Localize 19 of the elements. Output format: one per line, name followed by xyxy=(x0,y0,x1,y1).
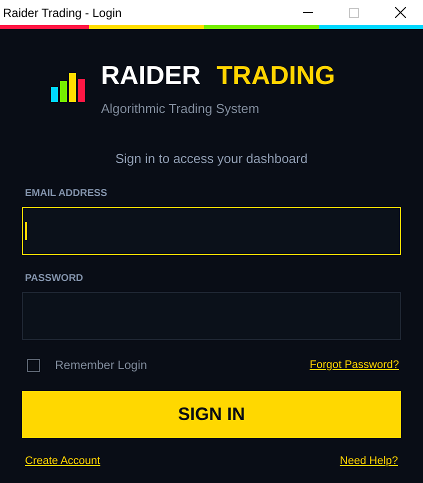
field-label: PASSWORD xyxy=(25,272,84,286)
minimize-icon xyxy=(303,12,313,13)
window-title: Raider Trading - Login xyxy=(3,4,122,22)
close-icon xyxy=(394,7,406,18)
footer-link[interactable]: Need Help? xyxy=(340,453,398,470)
bar-chart-logo-icon xyxy=(51,73,85,102)
footer-link[interactable]: Create Account xyxy=(25,453,100,470)
sign-in-prompt: Sign in to access your dashboard xyxy=(115,150,308,168)
remember-checkbox[interactable] xyxy=(27,358,40,372)
remember-login-label: Remember Login xyxy=(55,357,148,374)
brand-name-accent: TRADING xyxy=(216,60,336,90)
forgot-password-link[interactable]: Forgot Password? xyxy=(310,356,399,374)
tagline: Algorithmic Trading System xyxy=(101,100,260,118)
text-cursor-icon xyxy=(25,222,27,240)
brand-name: RAIDER xyxy=(101,60,201,90)
maximize-icon xyxy=(349,8,359,18)
sign-in-button[interactable]: SIGN IN xyxy=(22,391,401,438)
input-field[interactable] xyxy=(22,292,401,340)
field-label: EMAIL ADDRESS xyxy=(25,187,108,201)
